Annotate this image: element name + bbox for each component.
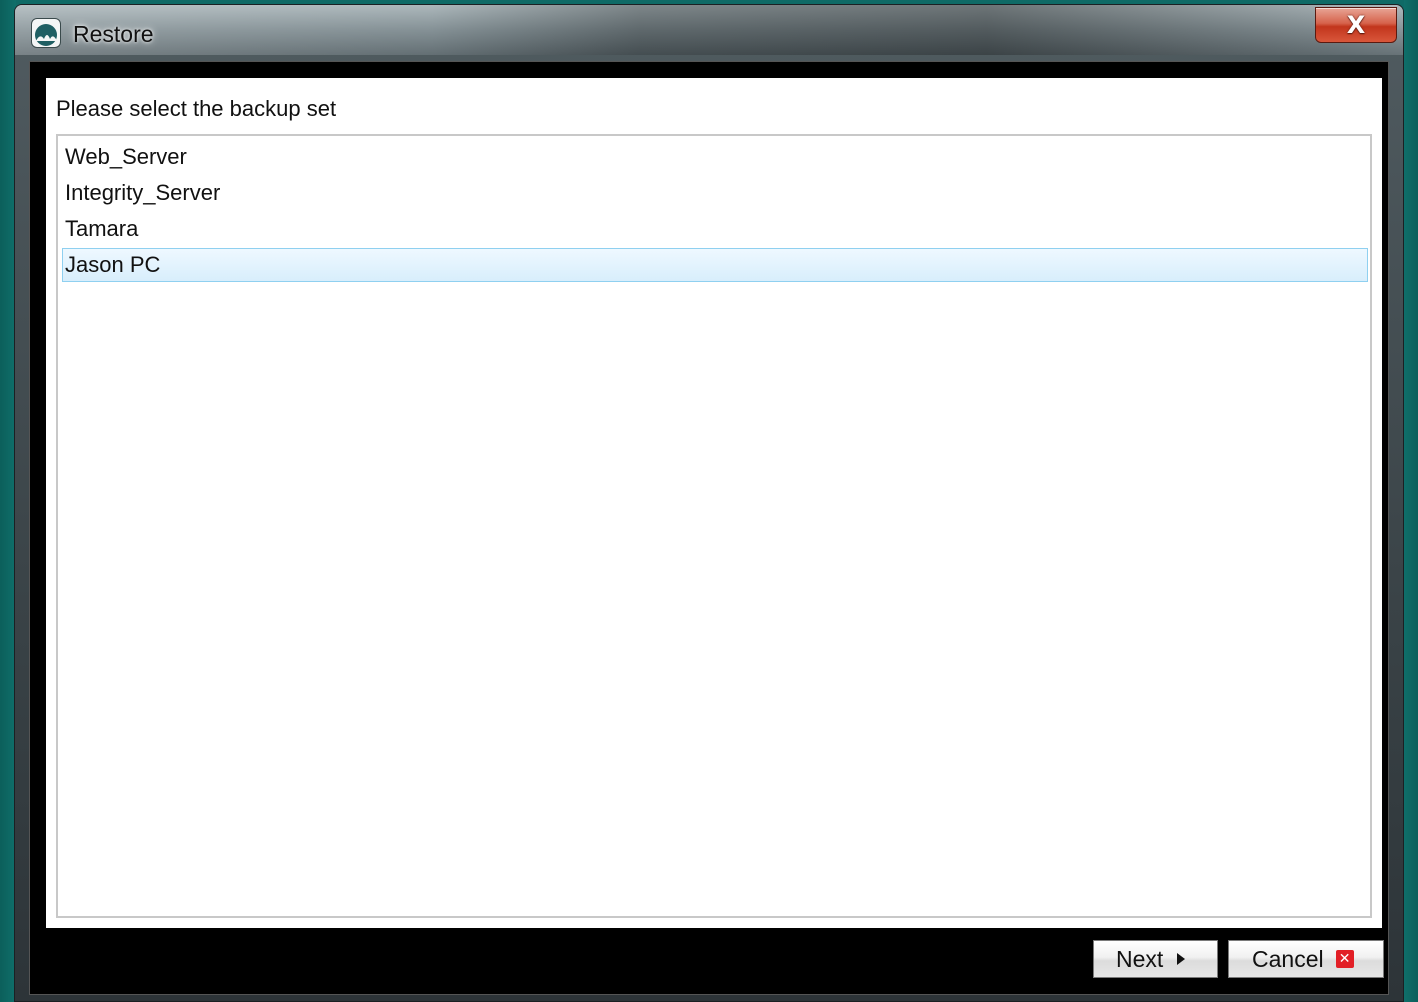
backup-set-list[interactable]: Web_Server Integrity_Server Tamara Jason…	[56, 134, 1372, 918]
desktop-background-right	[1404, 0, 1418, 1002]
list-item[interactable]: Integrity_Server	[62, 176, 1368, 210]
next-button[interactable]: Next	[1093, 940, 1218, 978]
restore-dialog: Restore X Please select the backup set W…	[14, 4, 1404, 1002]
close-icon: X	[1346, 11, 1366, 39]
app-logo-icon[interactable]	[31, 18, 61, 48]
title-bar[interactable]: Restore X	[15, 5, 1403, 55]
content-panel: Please select the backup set Web_Server …	[46, 78, 1382, 928]
dialog-client-area: Please select the backup set Web_Server …	[29, 61, 1389, 995]
list-item-label: Jason PC	[65, 252, 161, 277]
cancel-button[interactable]: Cancel ✕	[1228, 940, 1384, 978]
list-item-label: Integrity_Server	[65, 180, 221, 205]
prompt-label: Please select the backup set	[56, 96, 337, 121]
list-item-label: Tamara	[65, 216, 139, 241]
list-item[interactable]: Web_Server	[62, 140, 1368, 174]
close-button[interactable]: X	[1315, 7, 1397, 43]
red-x-icon: ✕	[1335, 950, 1354, 968]
next-button-label: Next	[1116, 945, 1164, 972]
list-item-selected[interactable]: Jason PC	[62, 248, 1368, 282]
cancel-button-label: Cancel	[1252, 945, 1324, 972]
list-item-label: Web_Server	[65, 144, 187, 169]
arrow-right-icon	[1177, 953, 1186, 965]
window-title: Restore	[73, 21, 154, 47]
list-item[interactable]: Tamara	[62, 212, 1368, 246]
